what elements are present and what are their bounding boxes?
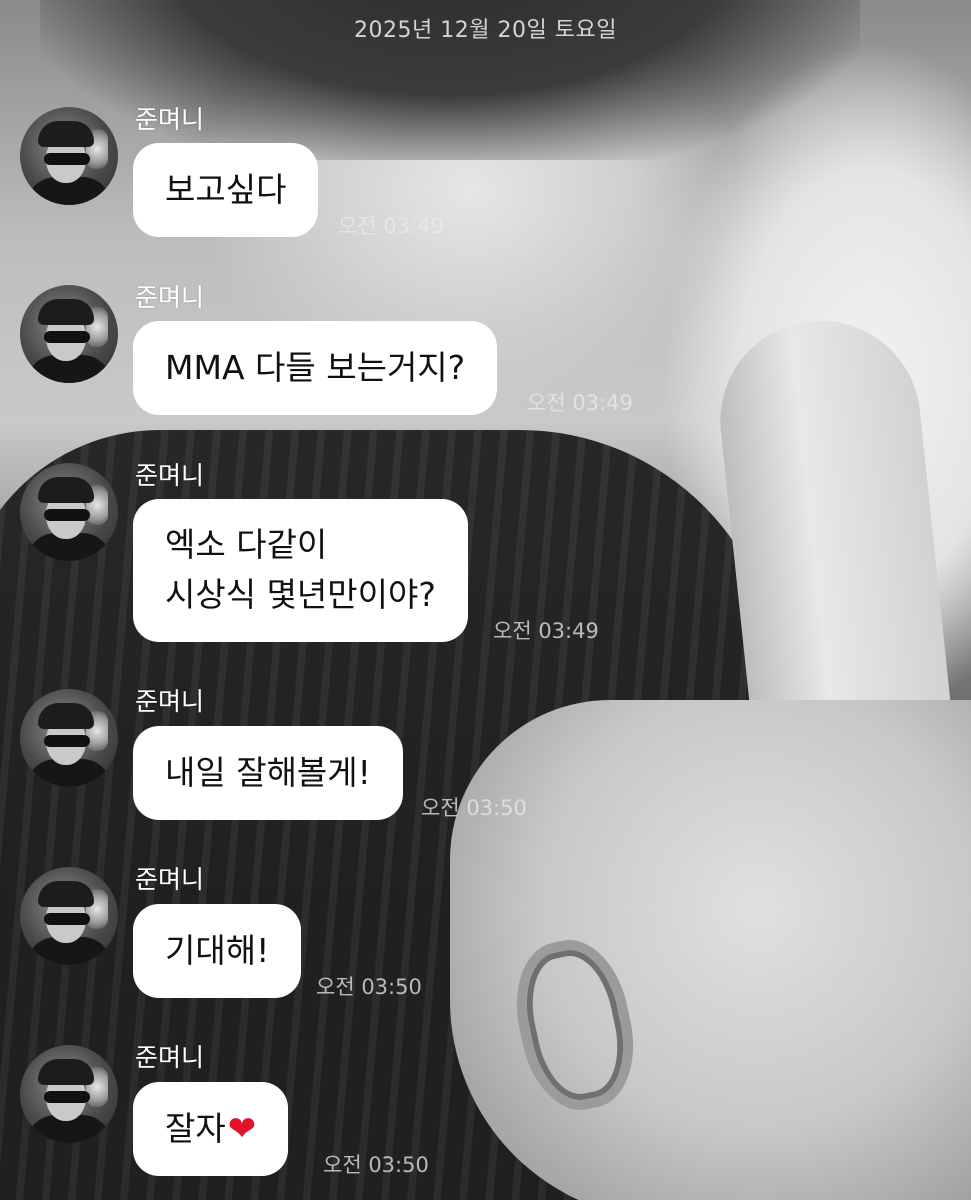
message-bubble[interactable]: MMA 다들 보는거지? bbox=[133, 321, 498, 415]
avatar[interactable] bbox=[20, 463, 118, 561]
background-hand bbox=[450, 700, 971, 1200]
message-text: 내일 잘해볼게! bbox=[165, 753, 371, 792]
message-bubble[interactable]: 기대해! bbox=[133, 904, 302, 998]
message-text: 잘자 bbox=[165, 1109, 226, 1148]
avatar[interactable] bbox=[20, 867, 118, 965]
message-time: 오전 03:49 bbox=[527, 391, 633, 415]
sender-name: 준며니 bbox=[135, 687, 205, 716]
avatar[interactable] bbox=[20, 107, 118, 205]
avatar[interactable] bbox=[20, 1045, 118, 1143]
sender-name: 준며니 bbox=[135, 283, 205, 312]
heart-emoji: ❤ bbox=[227, 1109, 257, 1149]
sender-name: 준며니 bbox=[135, 105, 205, 134]
sender-name: 준며니 bbox=[135, 865, 205, 894]
message-text-line: 엑소 다같이 bbox=[165, 525, 328, 564]
message-text-line: 시상식 몇년만이야? bbox=[165, 575, 436, 614]
message-bubble[interactable]: 잘자❤ bbox=[133, 1082, 289, 1176]
message-time: 오전 03:50 bbox=[323, 1153, 429, 1177]
message-bubble[interactable]: 엑소 다같이 시상식 몇년만이야? bbox=[133, 499, 468, 642]
message-bubble[interactable]: 내일 잘해볼게! bbox=[133, 726, 403, 820]
avatar[interactable] bbox=[20, 689, 118, 787]
message-time: 오전 03:50 bbox=[421, 796, 527, 820]
avatar[interactable] bbox=[20, 285, 118, 383]
date-header: 2025년 12월 20일 토요일 bbox=[354, 18, 617, 43]
message-text: 보고싶다 bbox=[165, 170, 287, 209]
message-text: 기대해! bbox=[165, 931, 270, 970]
message-time: 오전 03:50 bbox=[316, 975, 422, 999]
message-time: 오전 03:49 bbox=[338, 214, 444, 238]
sender-name: 준며니 bbox=[135, 1043, 205, 1072]
message-bubble[interactable]: 보고싶다 bbox=[133, 143, 319, 237]
message-time: 오전 03:49 bbox=[493, 619, 599, 643]
message-text: MMA 다들 보는거지? bbox=[165, 348, 466, 387]
sender-name: 준며니 bbox=[135, 461, 205, 490]
